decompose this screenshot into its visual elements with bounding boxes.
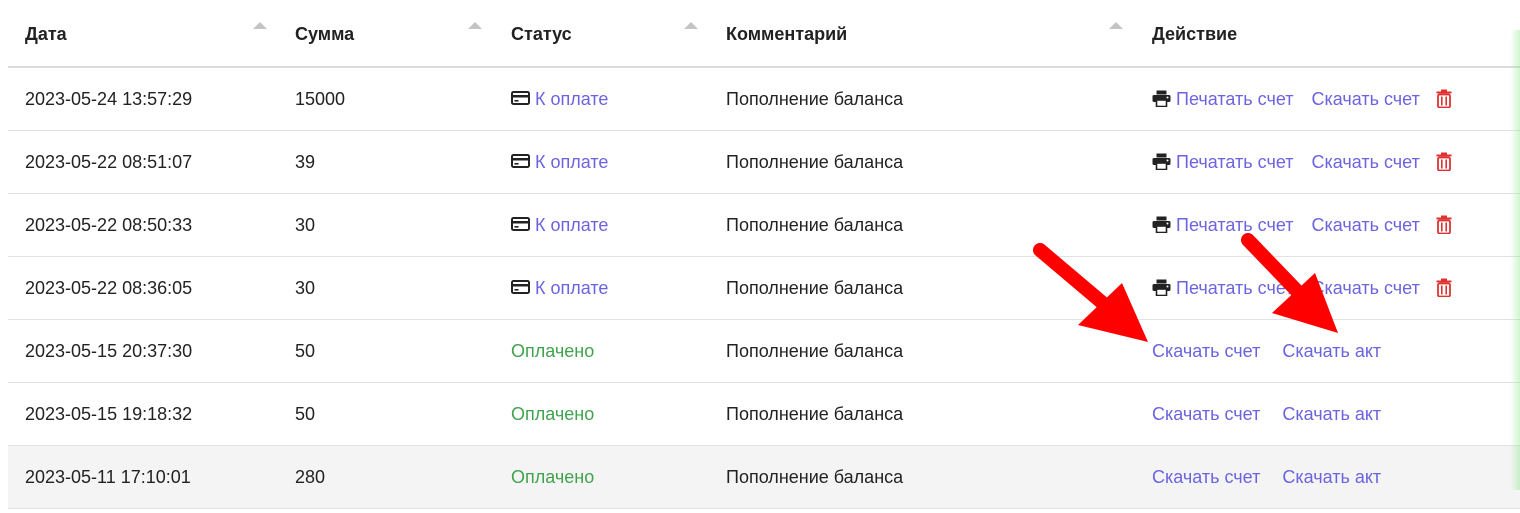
red-arrow-icon: [1241, 233, 1338, 333]
annotation-arrows: [1033, 233, 1338, 342]
red-arrow-icon: [1033, 243, 1148, 342]
